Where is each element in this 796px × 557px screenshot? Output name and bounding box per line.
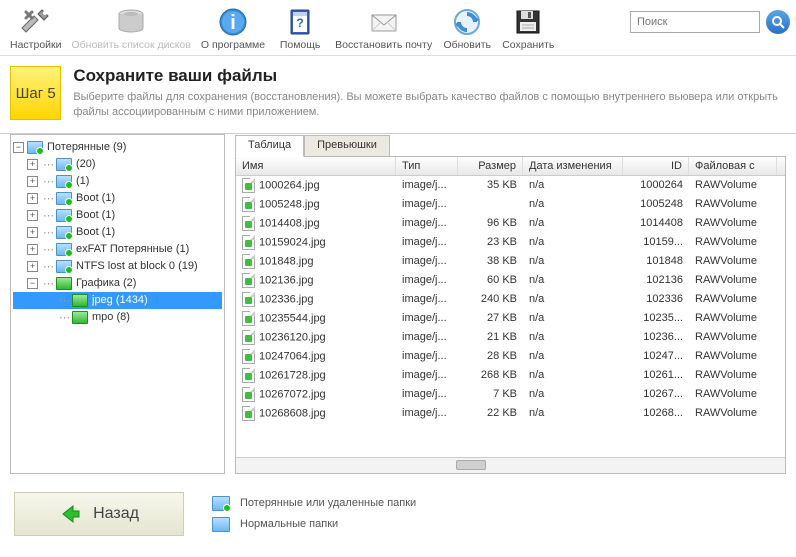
step-badge: Шаг 5 [10,66,61,120]
file-image-icon [242,292,255,307]
table-row[interactable]: 1014408.jpgimage/j...96 KBn/a1014408RAWV… [236,214,785,233]
col-type[interactable]: Тип [396,157,458,175]
tab-table[interactable]: Таблица [235,135,304,157]
tree-item[interactable]: −⋯Графика (2) [13,275,222,292]
folder-green-icon [72,311,88,324]
book-icon: ? [284,6,316,38]
svg-text:?: ? [296,16,303,30]
folder-lost-icon [212,496,230,511]
tree-item[interactable]: +⋯NTFS lost at block 0 (19) [13,258,222,275]
file-image-icon [242,235,255,250]
settings-button[interactable]: Настройки [6,4,66,53]
folder-lost-icon [56,243,72,256]
table-row[interactable]: 10159024.jpgimage/j...23 KBn/a10159...RA… [236,233,785,252]
file-image-icon [242,197,255,212]
svg-text:i: i [230,12,236,34]
page-title: Сохраните ваши файлы [73,66,786,86]
folder-lost-icon [56,192,72,205]
tab-thumbs[interactable]: Превьюшки [304,135,390,157]
search-input[interactable] [630,11,760,33]
folder-lost-icon [27,141,43,154]
table-row[interactable]: 10268608.jpgimage/j...22 KBn/a10268...RA… [236,404,785,423]
wrench-icon [20,6,52,38]
back-button[interactable]: Назад [14,492,184,536]
col-id[interactable]: ID [623,157,689,175]
folder-lost-icon [56,226,72,239]
footer-bar: Назад Потерянные или удаленные папки Нор… [0,480,796,546]
tree-root[interactable]: − Потерянные (9) [13,139,222,156]
table-row[interactable]: 102336.jpgimage/j...240 KBn/a102336RAWVo… [236,290,785,309]
col-fs[interactable]: Файловая с [689,157,777,175]
hdd-icon [115,6,147,38]
refresh-icon [451,6,483,38]
tree-item[interactable]: +⋯ (1) [13,173,222,190]
folder-lost-icon [56,175,72,188]
table-row[interactable]: 10267072.jpgimage/j...7 KBn/a10267...RAW… [236,385,785,404]
horizontal-scrollbar[interactable] [236,457,785,473]
tree-item[interactable]: +⋯Boot (1) [13,190,222,207]
refresh-button[interactable]: Обновить [438,4,496,53]
table-row[interactable]: 10261728.jpgimage/j...268 KBn/a10261...R… [236,366,785,385]
refresh-disks-button[interactable]: Обновить список дисков [68,4,195,53]
help-button[interactable]: ? Помощь [271,4,329,53]
floppy-icon [512,6,544,38]
folder-lost-icon [56,260,72,273]
tree-item[interactable]: ⋯mpo (8) [13,309,222,326]
file-image-icon [242,368,255,383]
col-name[interactable]: Имя [236,157,396,175]
file-image-icon [242,273,255,288]
table-row[interactable]: 10235544.jpgimage/j...27 KBn/a10235...RA… [236,309,785,328]
folder-lost-icon [56,158,72,171]
view-tabs: Таблица Превьюшки [235,134,786,156]
tree-item[interactable]: ⋯jpeg (1434) [13,292,222,309]
table-row[interactable]: 1005248.jpgimage/j...n/a1005248RAWVolume [236,195,785,214]
table-row[interactable]: 102136.jpgimage/j...60 KBn/a102136RAWVol… [236,271,785,290]
page-subtitle: Выберите файлы для сохранения (восстанов… [73,90,786,121]
table-row[interactable]: 10236120.jpgimage/j...21 KBn/a10236...RA… [236,328,785,347]
arrow-left-icon [59,503,81,525]
file-image-icon [242,254,255,269]
file-image-icon [242,349,255,364]
search-button[interactable] [766,10,790,34]
table-body[interactable]: 1000264.jpgimage/j...35 KBn/a1000264RAWV… [236,176,785,457]
file-image-icon [242,311,255,326]
folder-green-icon [72,294,88,307]
search-area [630,10,790,34]
file-image-icon [242,330,255,345]
table-row[interactable]: 101848.jpgimage/j...38 KBn/a101848RAWVol… [236,252,785,271]
envelope-icon [368,6,400,38]
tree-item[interactable]: +⋯Boot (1) [13,224,222,241]
table-header: Имя Тип Размер Дата изменения ID Файлова… [236,157,785,176]
restore-mail-button[interactable]: Восстановить почту [331,4,436,53]
file-table: Имя Тип Размер Дата изменения ID Файлова… [235,156,786,474]
folder-normal-icon [212,517,230,532]
legend: Потерянные или удаленные папки Нормальны… [212,496,416,532]
file-image-icon [242,178,255,193]
wizard-header: Шаг 5 Сохраните ваши файлы Выберите файл… [0,56,796,134]
table-row[interactable]: 1000264.jpgimage/j...35 KBn/a1000264RAWV… [236,176,785,195]
tree-item[interactable]: +⋯Boot (1) [13,207,222,224]
table-row[interactable]: 10247064.jpgimage/j...28 KBn/a10247...RA… [236,347,785,366]
info-icon: i [217,6,249,38]
file-image-icon [242,387,255,402]
col-size[interactable]: Размер [458,157,523,175]
folder-tree[interactable]: − Потерянные (9) +⋯ (20)+⋯ (1)+⋯Boot (1)… [10,134,225,474]
tree-item[interactable]: +⋯exFAT Потерянные (1) [13,241,222,258]
folder-green-icon [56,277,72,290]
save-button[interactable]: Сохранить [498,4,558,53]
main-toolbar: Настройки Обновить список дисков i О про… [0,0,796,56]
tree-item[interactable]: +⋯ (20) [13,156,222,173]
file-image-icon [242,406,255,421]
folder-lost-icon [56,209,72,222]
col-date[interactable]: Дата изменения [523,157,623,175]
file-image-icon [242,216,255,231]
about-button[interactable]: i О программе [197,4,269,53]
